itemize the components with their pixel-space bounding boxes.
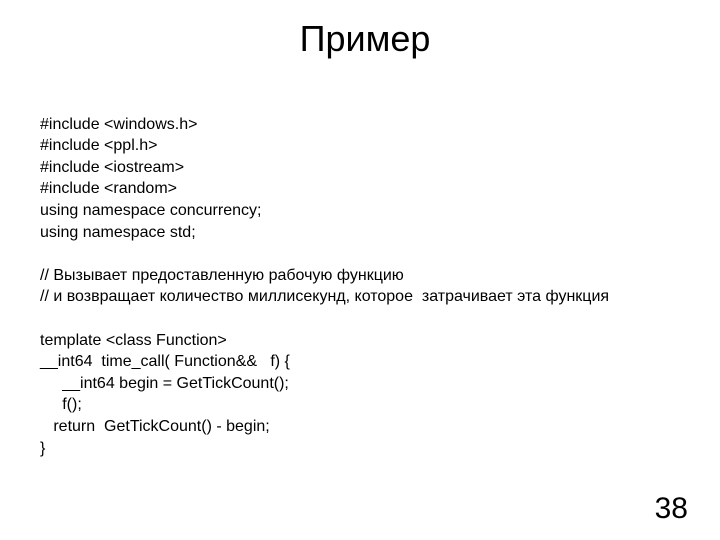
- code-line: }: [40, 440, 45, 457]
- code-line: #include <ppl.h>: [40, 137, 157, 154]
- page-number: 38: [655, 492, 688, 526]
- code-line: using namespace std;: [40, 224, 196, 241]
- code-line: #include <iostream>: [40, 159, 184, 176]
- code-line: template <class Function>: [40, 332, 227, 349]
- code-line: return GetTickCount() - begin;: [40, 418, 270, 435]
- code-block: #include <windows.h> #include <ppl.h> #i…: [40, 92, 690, 481]
- slide-title: Пример: [40, 18, 690, 60]
- code-line: f();: [40, 396, 82, 413]
- code-line: __int64 begin = GetTickCount();: [40, 375, 289, 392]
- slide-container: Пример #include <windows.h> #include <pp…: [0, 0, 720, 540]
- code-line: #include <windows.h>: [40, 116, 197, 133]
- code-line: using namespace concurrency;: [40, 202, 261, 219]
- code-line: // и возвращает количество миллисекунд, …: [40, 288, 609, 305]
- code-line: #include <random>: [40, 180, 177, 197]
- code-line: // Вызывает предоставленную рабочую функ…: [40, 267, 404, 284]
- code-line: __int64 time_call( Function&& f) {: [40, 353, 290, 370]
